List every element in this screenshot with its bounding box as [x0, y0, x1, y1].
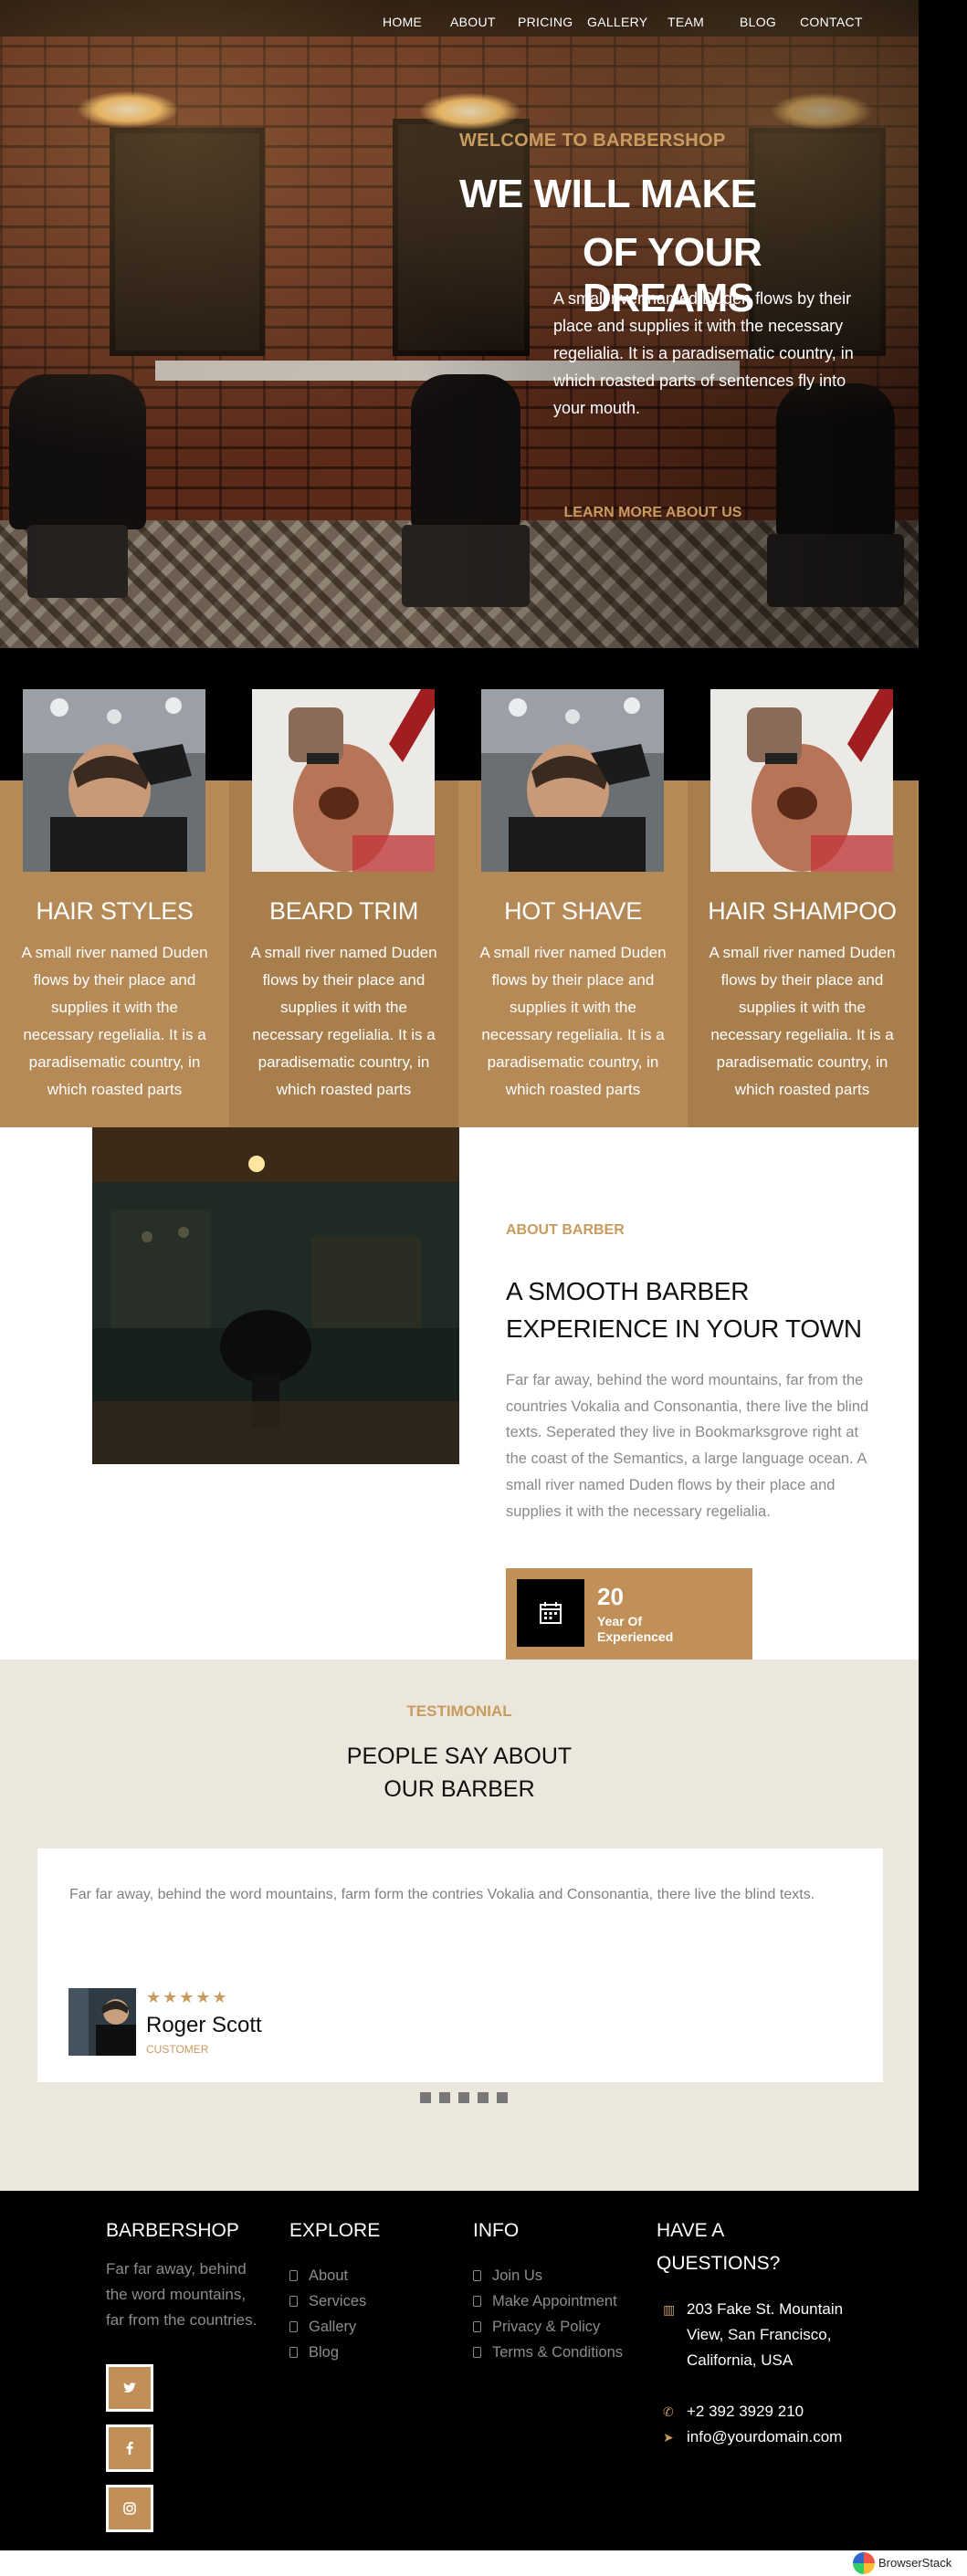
hero-title: WE WILL MAKE — [459, 172, 757, 216]
hero-subheading: WELCOME TO BARBERSHOP — [459, 131, 726, 151]
about-title: A SMOOTH BARBER EXPERIENCE IN YOUR TOWN — [506, 1277, 862, 1343]
chevron-right-icon — [473, 2296, 481, 2307]
nav-gallery[interactable]: GALLERY — [587, 15, 647, 29]
testimonial-title-line2: OUR BARBER — [384, 1776, 535, 1802]
carousel-dots — [420, 2092, 508, 2103]
footer-link-terms[interactable]: Terms & Conditions — [473, 2340, 623, 2365]
testimonial-label: TESTIMONIAL — [406, 1702, 512, 1720]
carousel-dot[interactable] — [458, 2092, 469, 2103]
footer-link-gallery[interactable]: Gallery — [289, 2314, 366, 2340]
instagram-icon[interactable] — [106, 2485, 153, 2532]
chevron-right-icon — [289, 2321, 298, 2332]
service-title: BEARD TRIM — [268, 897, 419, 925]
chevron-right-icon — [473, 2270, 481, 2281]
nav-pricing[interactable]: PRICING — [518, 15, 573, 29]
about-label: ABOUT BARBER — [506, 1222, 625, 1238]
footer-link-about[interactable]: About — [289, 2263, 366, 2288]
service-title: HOT SHAVE — [504, 897, 642, 925]
footer-link-join[interactable]: Join Us — [473, 2263, 623, 2288]
service-hot-shave[interactable]: HOT SHAVE A small river named Duden flow… — [458, 689, 688, 1127]
testimonial-name: Roger Scott — [146, 2013, 262, 2037]
nav-contact[interactable]: CONTACT — [800, 15, 863, 29]
chevron-right-icon — [473, 2321, 481, 2332]
footer-brand: BARBERSHOP — [106, 2220, 239, 2241]
testimonial-quote: Far far away, behind the word mountains,… — [69, 1887, 815, 1902]
service-hair-shampoo[interactable]: HAIR SHAMPOO A small river named Duden f… — [688, 689, 917, 1127]
carousel-dot[interactable] — [497, 2092, 508, 2103]
testimonial-role: CUSTOMER — [146, 2043, 209, 2056]
service-title: HAIR SHAMPOO — [708, 897, 897, 925]
carousel-dot[interactable] — [420, 2092, 431, 2103]
window-right-edge — [919, 0, 967, 2576]
about-text: Far far away, behind the word mountains,… — [506, 1372, 869, 1520]
avatar — [68, 1988, 136, 2056]
browserstack-label: BrowserStack — [878, 2556, 952, 2570]
paper-plane-icon: ➤ — [663, 2430, 674, 2445]
map-icon: ▥ — [663, 2302, 676, 2317]
footer-link-appointment[interactable]: Make Appointment — [473, 2288, 623, 2314]
carousel-dot[interactable] — [478, 2092, 489, 2103]
browserstack-bar — [0, 2550, 967, 2576]
carousel-dot[interactable] — [439, 2092, 450, 2103]
calendar-icon — [517, 1579, 584, 1647]
browserstack-logo-icon — [853, 2552, 875, 2574]
service-text: A small river named Duden flows by their… — [709, 944, 896, 1098]
service-image — [23, 689, 205, 872]
services-section: HAIR STYLES A small river named Duden fl… — [0, 689, 919, 1127]
experience-number: 20 — [597, 1583, 624, 1610]
footer: BARBERSHOP Far far away, behind the word… — [0, 2191, 919, 2550]
service-title: HAIR STYLES — [36, 897, 194, 925]
service-hair-styles[interactable]: HAIR STYLES A small river named Duden fl… — [0, 689, 229, 1127]
facebook-icon[interactable] — [106, 2424, 153, 2472]
footer-link-privacy[interactable]: Privacy & Policy — [473, 2314, 623, 2340]
footer-info-links: Join Us Make Appointment Privacy & Polic… — [473, 2263, 623, 2365]
phone-icon: ✆ — [663, 2404, 674, 2419]
footer-address: ▥ 203 Fake St. Mountain View, San Franci… — [663, 2297, 846, 2373]
footer-link-blog[interactable]: Blog — [289, 2340, 366, 2365]
testimonial-card: Far far away, behind the word mountains,… — [37, 1848, 883, 2082]
chevron-right-icon — [289, 2347, 298, 2358]
twitter-icon[interactable] — [106, 2364, 153, 2412]
service-image — [710, 689, 893, 872]
service-text: A small river named Duden flows by their… — [21, 944, 208, 1098]
nav-blog[interactable]: BLOG — [740, 15, 776, 29]
nav-about[interactable]: ABOUT — [450, 15, 496, 29]
service-text: A small river named Duden flows by their… — [479, 944, 667, 1098]
testimonial-title: PEOPLE SAY ABOUT OUR BARBER — [0, 1740, 919, 1806]
nav-home[interactable]: HOME — [383, 15, 422, 29]
hero-section: WELCOME TO BARBERSHOP WE WILL MAKE OF YO… — [0, 0, 919, 648]
nav-team[interactable]: TEAM — [667, 15, 704, 29]
footer-explore-links: About Services Gallery Blog — [289, 2263, 366, 2365]
service-image — [481, 689, 664, 872]
chevron-right-icon — [473, 2347, 481, 2358]
footer-brand-text: Far far away, behind the word mountains,… — [106, 2260, 258, 2329]
about-image — [92, 1127, 459, 1464]
service-text: A small river named Duden flows by their… — [250, 944, 437, 1098]
page: WELCOME TO BARBERSHOP WE WILL MAKE OF YO… — [0, 0, 919, 2576]
hero-text: A small river named Duden flows by their… — [553, 289, 854, 417]
chevron-right-icon — [289, 2270, 298, 2281]
footer-info-title: INFO — [473, 2220, 520, 2241]
testimonial-section: TESTIMONIAL PEOPLE SAY ABOUT OUR BARBER … — [0, 1660, 919, 2191]
footer-email[interactable]: ➤ info@yourdomain.com — [663, 2424, 842, 2450]
footer-explore-title: EXPLORE — [289, 2220, 381, 2241]
experience-box: 20 Year Of Experienced — [506, 1568, 752, 1660]
footer-link-services[interactable]: Services — [289, 2288, 366, 2314]
experience-label: Year Of Experienced — [597, 1614, 674, 1644]
footer-questions-title: HAVE A QUESTIONS? — [657, 2220, 781, 2274]
rating-stars: ★★★★★ — [146, 1988, 229, 2006]
service-image — [252, 689, 435, 872]
main-nav: HOME ABOUT PRICING GALLERY TEAM BLOG CON… — [0, 0, 919, 46]
chevron-right-icon — [289, 2296, 298, 2307]
learn-more-button[interactable]: LEARN MORE ABOUT US — [553, 490, 752, 536]
testimonial-title-line1: PEOPLE SAY ABOUT — [346, 1744, 573, 1769]
footer-phone[interactable]: ✆ +2 392 3929 210 — [663, 2399, 804, 2424]
service-beard-trim[interactable]: BEARD TRIM A small river named Duden flo… — [229, 689, 458, 1127]
